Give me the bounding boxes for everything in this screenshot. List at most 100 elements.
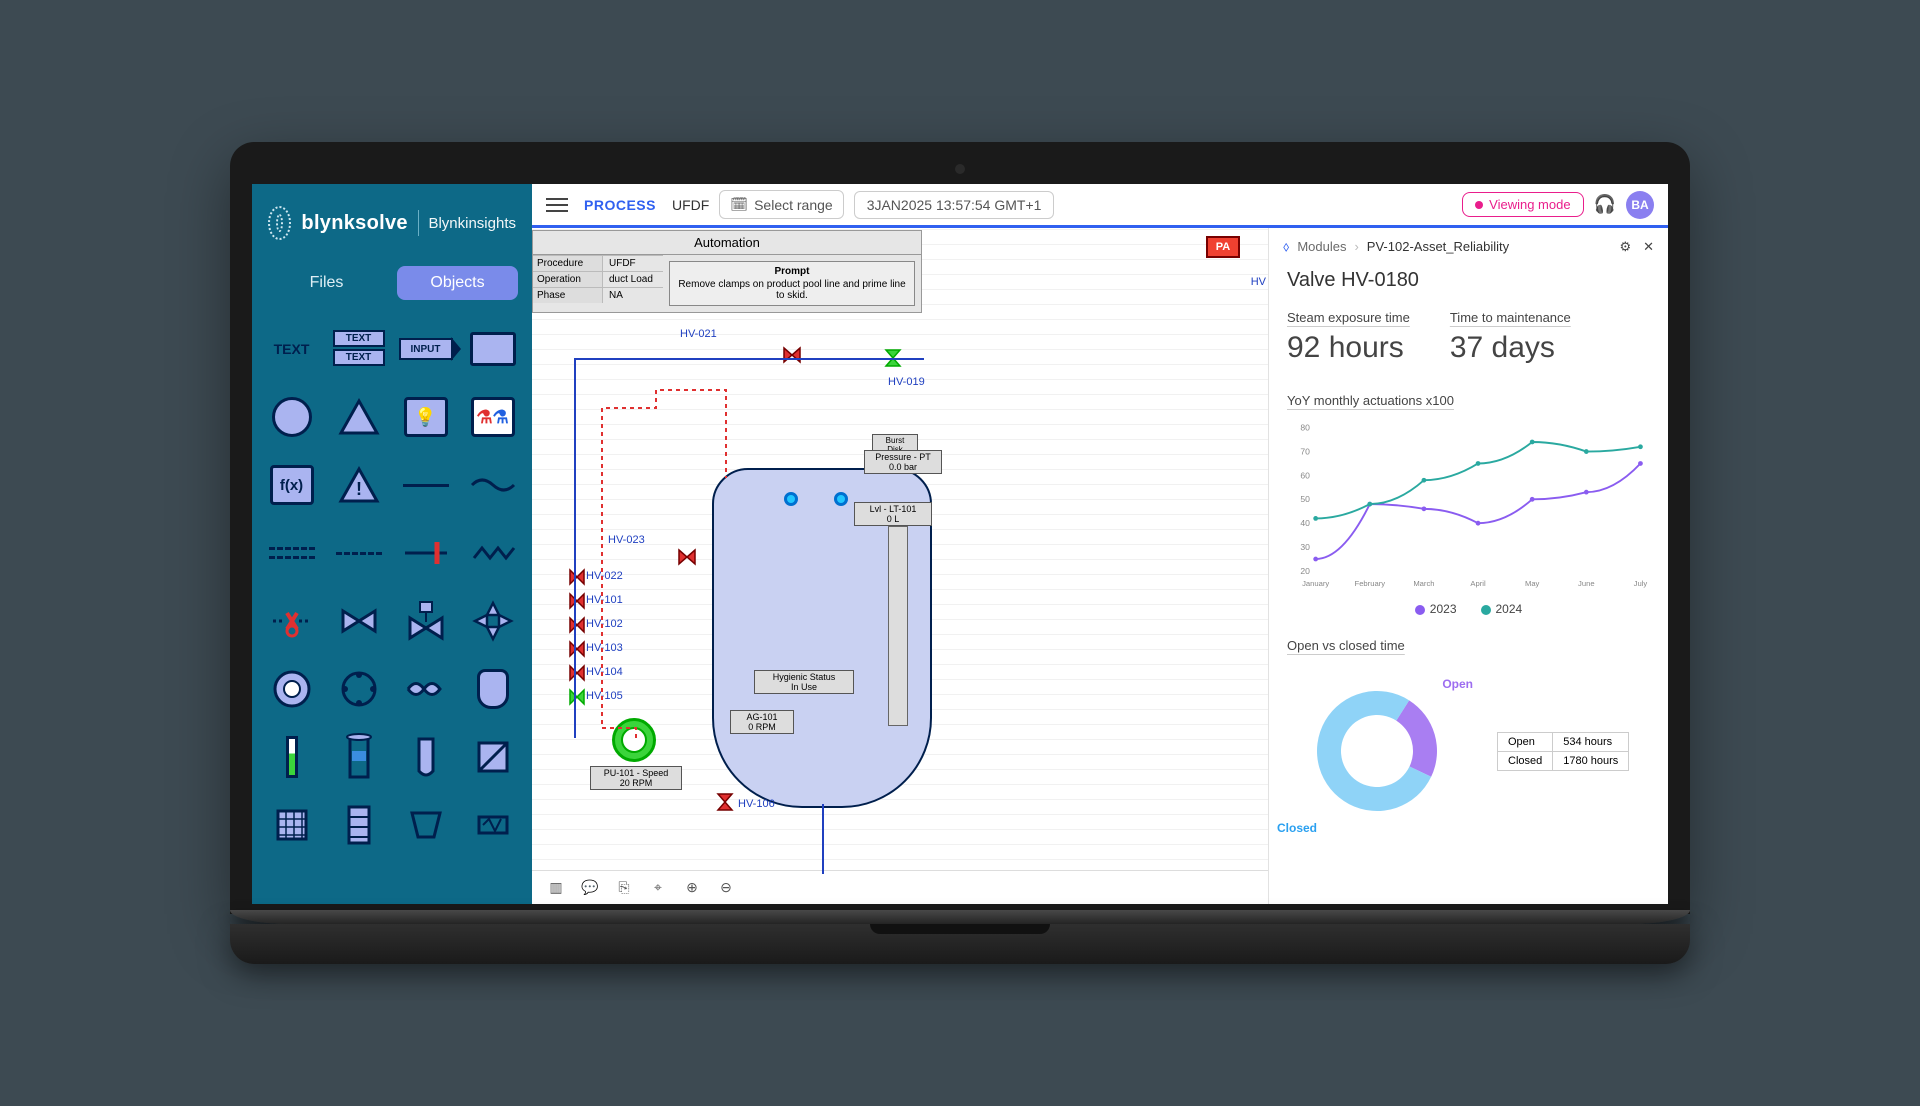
pipe	[574, 358, 576, 738]
palette-pump[interactable]	[262, 660, 321, 718]
palette-filter-stack[interactable]	[329, 796, 388, 854]
viewing-mode-label: Viewing mode	[1489, 197, 1570, 212]
palette-circle[interactable]	[262, 388, 321, 446]
canvas-toolbar: ▥ 💬 ⎘ ⌖ ⊕ ⊖	[532, 870, 1268, 904]
valve-icon[interactable]	[568, 664, 586, 682]
palette-infinity[interactable]	[396, 660, 455, 718]
palette-valve-cross[interactable]	[463, 592, 522, 650]
palette-lightbulb-icon[interactable]: 💡	[396, 388, 455, 446]
palette-flange[interactable]	[329, 660, 388, 718]
svg-text:60: 60	[1300, 470, 1310, 480]
palette-vessel-small[interactable]	[396, 728, 455, 786]
valve-icon[interactable]	[568, 568, 586, 586]
palette-flask-icon[interactable]: ⚗⚗	[463, 388, 522, 446]
donut-closed-label: Closed	[1277, 821, 1317, 835]
palette-tank[interactable]	[463, 660, 522, 718]
palette-warning-icon[interactable]: !	[329, 456, 388, 514]
palette-valve-bowtie[interactable]	[329, 592, 388, 650]
calendar-icon: 🗓	[730, 196, 748, 213]
palette-dash[interactable]	[329, 524, 388, 582]
main: PROCESS UFDF 🗓 Select range 3JAN2025 13:…	[532, 184, 1668, 904]
valve-label: HV-021	[680, 328, 717, 340]
brand-product: Blynkinsights	[428, 215, 516, 232]
pa-indicator: PA	[1206, 236, 1240, 258]
palette-valve-actuated[interactable]	[396, 592, 455, 650]
breadcrumb-leaf: PV-102-Asset_Reliability	[1367, 239, 1509, 254]
zoom-out-icon[interactable]: ⊖	[716, 878, 736, 898]
select-range-button[interactable]: 🗓 Select range	[719, 190, 843, 219]
object-palette: TEXT TEXTTEXT INPUT 💡 ⚗⚗ f(x) !	[252, 314, 532, 860]
svg-text:20: 20	[1300, 566, 1310, 576]
menu-icon[interactable]	[546, 198, 568, 212]
pump-speed-box: PU-101 - Speed20 RPM	[590, 766, 682, 790]
palette-wave[interactable]	[463, 456, 522, 514]
palette-input[interactable]: INPUT	[396, 320, 455, 378]
palette-column-blue[interactable]	[329, 728, 388, 786]
close-icon[interactable]: ✕	[1643, 239, 1654, 255]
palette-spring[interactable]	[463, 524, 522, 582]
palette-triangle[interactable]	[329, 388, 388, 446]
palette-heat-exchanger[interactable]	[463, 796, 522, 854]
diagram-canvas[interactable]: Automation ProcedureUFDF Operationduct L…	[532, 228, 1268, 870]
valve-icon[interactable]	[568, 640, 586, 658]
diagram-canvas-wrap: Automation ProcedureUFDF Operationduct L…	[532, 228, 1268, 904]
valve-label: HV-106	[738, 798, 775, 810]
palette-double-dash[interactable]	[262, 524, 321, 582]
support-icon[interactable]: 🎧	[1594, 194, 1616, 215]
svg-text:July: July	[1634, 579, 1648, 588]
palette-text-stack[interactable]: TEXTTEXT	[329, 320, 388, 378]
brand-divider	[418, 210, 419, 236]
metric-steam: Steam exposure time 92 hours	[1287, 310, 1410, 365]
avatar[interactable]: BA	[1626, 191, 1654, 219]
valve-icon[interactable]	[568, 616, 586, 634]
gear-icon[interactable]: ⚙	[1619, 239, 1631, 255]
palette-tee[interactable]	[396, 524, 455, 582]
palette-column-green[interactable]	[262, 728, 321, 786]
svg-text:March: March	[1413, 579, 1434, 588]
tab-objects[interactable]: Objects	[397, 266, 518, 300]
palette-text[interactable]: TEXT	[262, 320, 321, 378]
ovc-title: Open vs closed time	[1287, 638, 1650, 653]
valve-icon[interactable]	[568, 688, 586, 706]
palette-valve-closed-red[interactable]	[262, 592, 321, 650]
valve-label: HV-019	[888, 376, 925, 388]
svg-text:70: 70	[1300, 446, 1310, 456]
palette-trap[interactable]	[396, 796, 455, 854]
metrics: Steam exposure time 92 hours Time to mai…	[1287, 310, 1650, 365]
chevron-right-icon: ›	[1354, 239, 1358, 254]
chat-icon[interactable]: 💬	[580, 878, 600, 898]
target-icon[interactable]: ⌖	[648, 878, 668, 898]
sensor-icon	[834, 492, 848, 506]
viewing-mode-button[interactable]: Viewing mode	[1462, 192, 1583, 217]
pressure-box: Pressure - PT0.0 bar	[864, 450, 942, 474]
breadcrumb-root[interactable]: Modules	[1297, 239, 1346, 254]
workspace: Automation ProcedureUFDF Operationduct L…	[532, 228, 1668, 904]
automation-title: Automation	[533, 231, 921, 255]
metric-maintenance: Time to maintenance 37 days	[1450, 310, 1571, 365]
valve-icon[interactable]	[716, 792, 734, 812]
logo-mark	[268, 206, 291, 240]
automation-panel: Automation ProcedureUFDF Operationduct L…	[532, 230, 922, 313]
svg-text:January: January	[1302, 579, 1329, 588]
breadcrumb: ⬨ Modules › PV-102-Asset_Reliability ⚙ ✕	[1269, 228, 1668, 263]
valve-icon[interactable]	[782, 346, 802, 364]
svg-text:40: 40	[1300, 518, 1310, 528]
palette-mesh[interactable]	[262, 796, 321, 854]
palette-function[interactable]: f(x)	[262, 456, 321, 514]
prompt-box: Prompt Remove clamps on product pool lin…	[669, 261, 915, 306]
add-page-icon[interactable]: ⎘	[614, 878, 634, 898]
sight-glass	[888, 526, 908, 726]
svg-text:50: 50	[1300, 494, 1310, 504]
timestamp: 3JAN2025 13:57:54 GMT+1	[854, 191, 1055, 219]
layers-icon[interactable]: ▥	[546, 878, 566, 898]
palette-line[interactable]	[396, 456, 455, 514]
asset-title: Valve HV-0180	[1287, 269, 1650, 292]
topbar: PROCESS UFDF 🗓 Select range 3JAN2025 13:…	[532, 184, 1668, 228]
palette-square-diag[interactable]	[463, 728, 522, 786]
brand-company: blynksolve	[301, 212, 407, 235]
palette-rect[interactable]	[463, 320, 522, 378]
tab-files[interactable]: Files	[266, 266, 387, 300]
valve-icon[interactable]	[568, 592, 586, 610]
zoom-in-icon[interactable]: ⊕	[682, 878, 702, 898]
sidebar-tabs: Files Objects	[252, 260, 532, 314]
